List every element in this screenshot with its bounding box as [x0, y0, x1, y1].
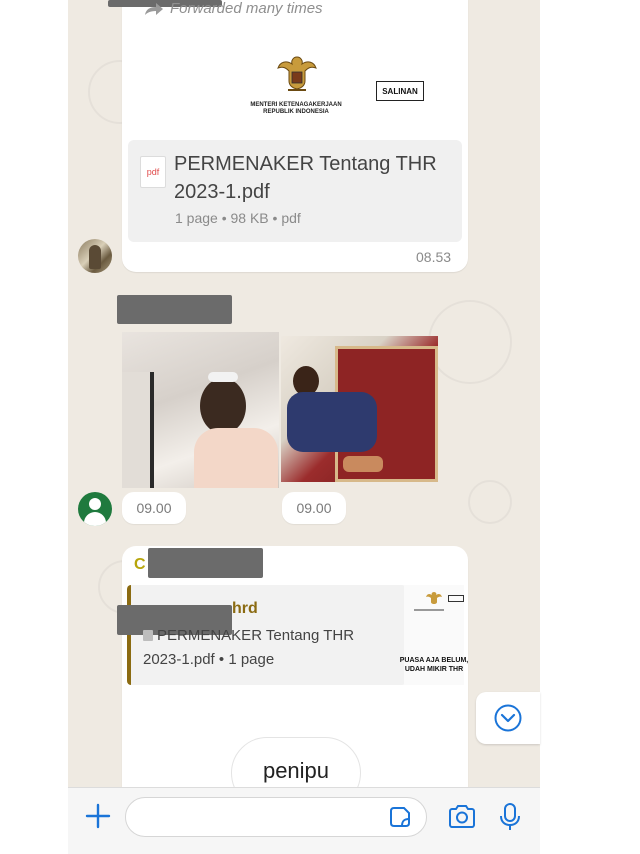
- avatar[interactable]: [78, 492, 112, 526]
- forward-arrow-icon: [145, 2, 163, 15]
- pdf-file-icon: pdf: [140, 156, 166, 188]
- ministry-line-2: REPUBLIK INDONESIA: [263, 109, 329, 115]
- quoted-sender-name: hrd: [232, 600, 258, 617]
- document-meta: 1 page • 98 KB • pdf: [175, 210, 301, 226]
- garuda-emblem-icon: [277, 56, 317, 91]
- quoted-document-label: PERMENAKER Tentang THR 2023-1.pdf • 1 pa…: [143, 627, 355, 668]
- photo-timestamp: 09.00: [282, 492, 346, 524]
- chevron-down-circle-icon: [494, 704, 522, 732]
- ministry-letterhead-text: MENTERI KETENAGAKERJAAN REPUBLIK INDONES…: [236, 102, 356, 116]
- photo-message[interactable]: [122, 332, 279, 488]
- wallpaper-doodle: [428, 300, 512, 384]
- garuda-emblem-icon: [426, 592, 442, 604]
- redacted-sender-name: [148, 548, 263, 578]
- document-icon: [143, 630, 153, 641]
- wallpaper-doodle: [468, 480, 512, 524]
- microphone-icon[interactable]: [498, 802, 522, 832]
- thumbnail-caption: PUASA AJA BELUM, UDAH MIKIR THR: [398, 656, 470, 674]
- document-title[interactable]: PERMENAKER Tentang THR 2023-1.pdf: [174, 150, 454, 206]
- message-timestamp: 08.53: [416, 249, 452, 265]
- thumbnail-caption-line-2: UDAH MIKIR THR: [404, 666, 464, 673]
- forwarded-label: Forwarded many times: [144, 0, 323, 17]
- photo-timestamp: 09.00: [122, 492, 186, 524]
- photo-message[interactable]: [281, 336, 438, 482]
- avatar[interactable]: [78, 239, 112, 273]
- redacted-sender-name: [117, 295, 232, 324]
- quoted-text: PERMENAKER Tentang THR 2023-1.pdf • 1 pa…: [143, 624, 393, 672]
- ministry-line-1: MENTERI KETENAGAKERJAAN: [250, 102, 342, 108]
- plus-icon[interactable]: [84, 800, 112, 832]
- forwarded-text: Forwarded many times: [170, 0, 323, 17]
- sender-name: C: [134, 556, 146, 573]
- sticker-icon[interactable]: [388, 805, 412, 829]
- thumbnail-caption-line-1: PUASA AJA BELUM,: [399, 657, 469, 664]
- camera-icon[interactable]: [447, 804, 477, 830]
- letterhead-line: [414, 609, 444, 611]
- salinan-stamp-mini: [448, 595, 464, 602]
- message-input[interactable]: [125, 797, 427, 837]
- salinan-stamp: SALINAN: [376, 81, 424, 101]
- scroll-to-bottom-button[interactable]: [476, 692, 540, 744]
